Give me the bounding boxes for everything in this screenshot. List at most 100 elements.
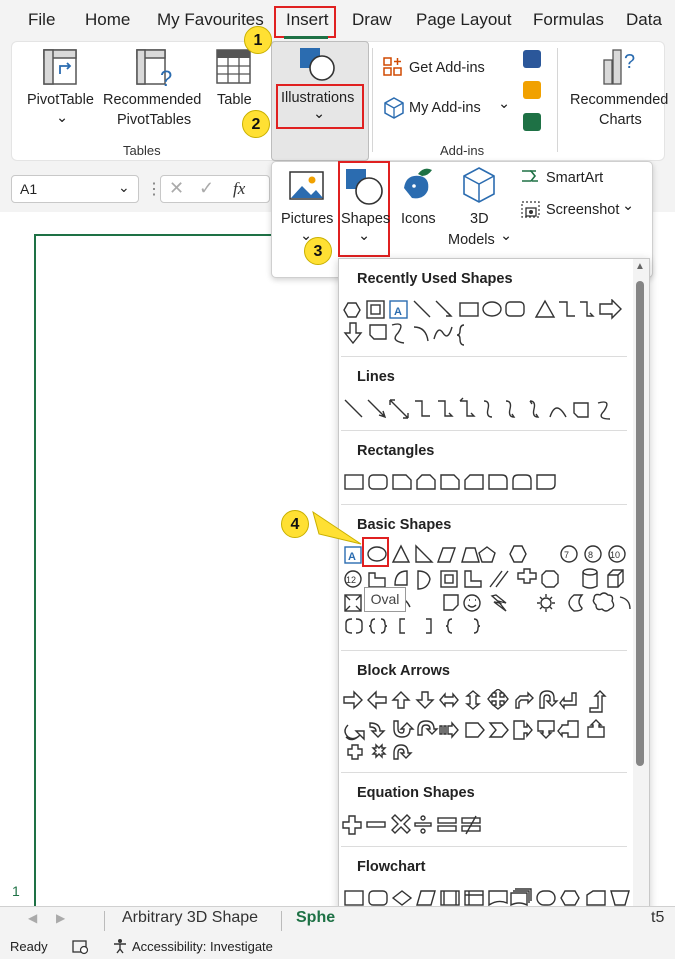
tab-home[interactable]: Home	[85, 10, 130, 30]
3d-models-icon	[461, 166, 497, 206]
section-flowchart: Flowchart	[357, 859, 426, 875]
tab-page-layout[interactable]: Page Layout	[416, 10, 511, 30]
tab-scroll-left-icon[interactable]: ◀	[28, 911, 37, 925]
tab-data[interactable]: Data	[626, 10, 662, 30]
row-header[interactable]: 1	[12, 883, 20, 899]
separator	[341, 772, 627, 773]
svg-text:12: 12	[346, 575, 356, 585]
insert-function-button[interactable]: fx	[233, 179, 245, 199]
my-addins-dropdown-icon[interactable]: ⌄	[498, 94, 510, 114]
screenshot-button[interactable]: Screenshot	[546, 200, 619, 220]
svg-text:10: 10	[610, 550, 620, 560]
svg-text:8: 8	[588, 550, 593, 560]
tab-scroll-right-icon[interactable]: ▶	[56, 911, 65, 925]
svg-text:?: ?	[160, 66, 172, 90]
separator	[341, 650, 627, 651]
accessibility-icon[interactable]	[112, 938, 128, 954]
3d-models-dropdown-icon[interactable]: ⌄	[500, 226, 512, 246]
addins-group-label: Add-ins	[440, 143, 485, 158]
table-icon	[216, 48, 252, 86]
my-addins-icon	[383, 97, 405, 119]
illustrations-dropdown-icon: ⌄	[313, 106, 326, 122]
get-addins-icon	[383, 57, 403, 77]
step-callout-2: 2	[242, 110, 270, 138]
enter-icon[interactable]: ✓	[199, 178, 214, 199]
smartart-button[interactable]: SmartArt	[546, 168, 603, 188]
pictures-icon	[288, 170, 326, 202]
status-bar: Ready Accessibility: Investigate	[0, 933, 675, 959]
recommended-charts-button[interactable]: Recommended	[570, 90, 668, 110]
tab-my-favourites[interactable]: My Favourites	[157, 10, 264, 30]
section-rectangles: Rectangles	[357, 443, 435, 459]
tab-draw[interactable]: Draw	[352, 10, 392, 30]
icons-button[interactable]: Icons	[401, 209, 436, 229]
recommended-charts-label-2: Charts	[599, 112, 642, 128]
active-tab-indicator	[284, 36, 328, 39]
sheet-tab-sphere[interactable]: Sphe	[296, 909, 335, 927]
name-box-value: A1	[20, 181, 38, 197]
svg-text:7: 7	[564, 550, 569, 560]
oval-shape-highlight[interactable]	[362, 537, 389, 567]
macro-recording-icon[interactable]	[72, 939, 90, 955]
visio-icon[interactable]	[523, 50, 541, 68]
smartart-icon	[520, 168, 540, 186]
separator	[341, 504, 627, 505]
lines-row[interactable]	[342, 397, 632, 421]
recommended-charts-icon: ?	[600, 46, 640, 86]
sheet-tab-bar: ◀ ▶ Arbitrary 3D Shape Sphe t5	[0, 906, 675, 933]
pivottable-button[interactable]: PivotTable	[27, 90, 94, 110]
step-callout-1: 1	[244, 26, 272, 54]
separator	[341, 430, 627, 431]
tab-divider	[281, 911, 282, 931]
sheet-tab-arbitrary-3d-shape[interactable]: Arbitrary 3D Shape	[122, 909, 258, 927]
sheet-tab-last[interactable]: t5	[651, 909, 664, 927]
tab-formulas[interactable]: Formulas	[533, 10, 604, 30]
recent-shapes-row[interactable]: A	[342, 299, 632, 349]
icons-icon	[398, 166, 438, 206]
3d-models-label-2: Models	[448, 232, 495, 248]
my-addins-button[interactable]: My Add-ins	[409, 98, 481, 118]
people-graph-icon[interactable]	[523, 113, 541, 131]
section-equation-shapes: Equation Shapes	[357, 785, 475, 801]
name-box[interactable]: A1 ⌄	[11, 175, 139, 203]
pivottable-icon	[43, 48, 79, 88]
chevron-down-icon[interactable]: ⌄	[118, 179, 130, 196]
svg-text:A: A	[394, 306, 402, 318]
rectangles-row[interactable]	[342, 471, 632, 495]
svg-text:?: ?	[624, 51, 635, 73]
shapes-dropdown-icon[interactable]: ⌄	[358, 226, 370, 246]
formula-bar-controls: ✕ ✓ fx	[160, 175, 270, 203]
cancel-icon[interactable]: ✕	[169, 178, 184, 199]
recommended-pivottables-icon: ?	[136, 48, 176, 90]
scroll-up-icon[interactable]: ▲	[635, 261, 645, 272]
ribbon-divider	[372, 48, 373, 152]
screenshot-icon	[520, 200, 542, 220]
tables-group-label: Tables	[123, 143, 161, 158]
insert-tab-highlight	[274, 6, 336, 38]
equation-shapes-row[interactable]	[342, 813, 632, 837]
section-lines: Lines	[357, 369, 395, 385]
recommended-pivottables-button[interactable]: Recommended	[103, 90, 201, 110]
get-addins-button[interactable]: Get Add-ins	[409, 58, 485, 78]
table-button[interactable]: Table	[217, 90, 252, 110]
separator	[341, 356, 627, 357]
pivottable-dropdown-icon[interactable]: ⌄	[56, 108, 68, 128]
separator	[341, 846, 627, 847]
tab-file[interactable]: File	[28, 10, 55, 30]
accessibility-status[interactable]: Accessibility: Investigate	[132, 939, 273, 954]
status-ready: Ready	[10, 939, 48, 954]
section-block-arrows: Block Arrows	[357, 663, 450, 679]
section-recently-used: Recently Used Shapes	[357, 271, 513, 287]
bing-icon[interactable]	[523, 81, 541, 99]
section-basic-shapes: Basic Shapes	[357, 517, 452, 533]
3d-models-button[interactable]: 3D	[470, 209, 489, 229]
recommended-pivottables-label-2: PivotTables	[117, 112, 192, 128]
screenshot-dropdown-icon[interactable]: ⌄	[622, 196, 634, 216]
scrollbar-thumb[interactable]	[636, 281, 644, 766]
tab-divider	[104, 911, 105, 931]
oval-tooltip: Oval	[364, 587, 406, 612]
ribbon-divider	[557, 48, 558, 152]
svg-text:A: A	[348, 551, 356, 563]
block-arrows-grid[interactable]	[342, 689, 632, 761]
step-callout-4: 4	[281, 510, 309, 538]
